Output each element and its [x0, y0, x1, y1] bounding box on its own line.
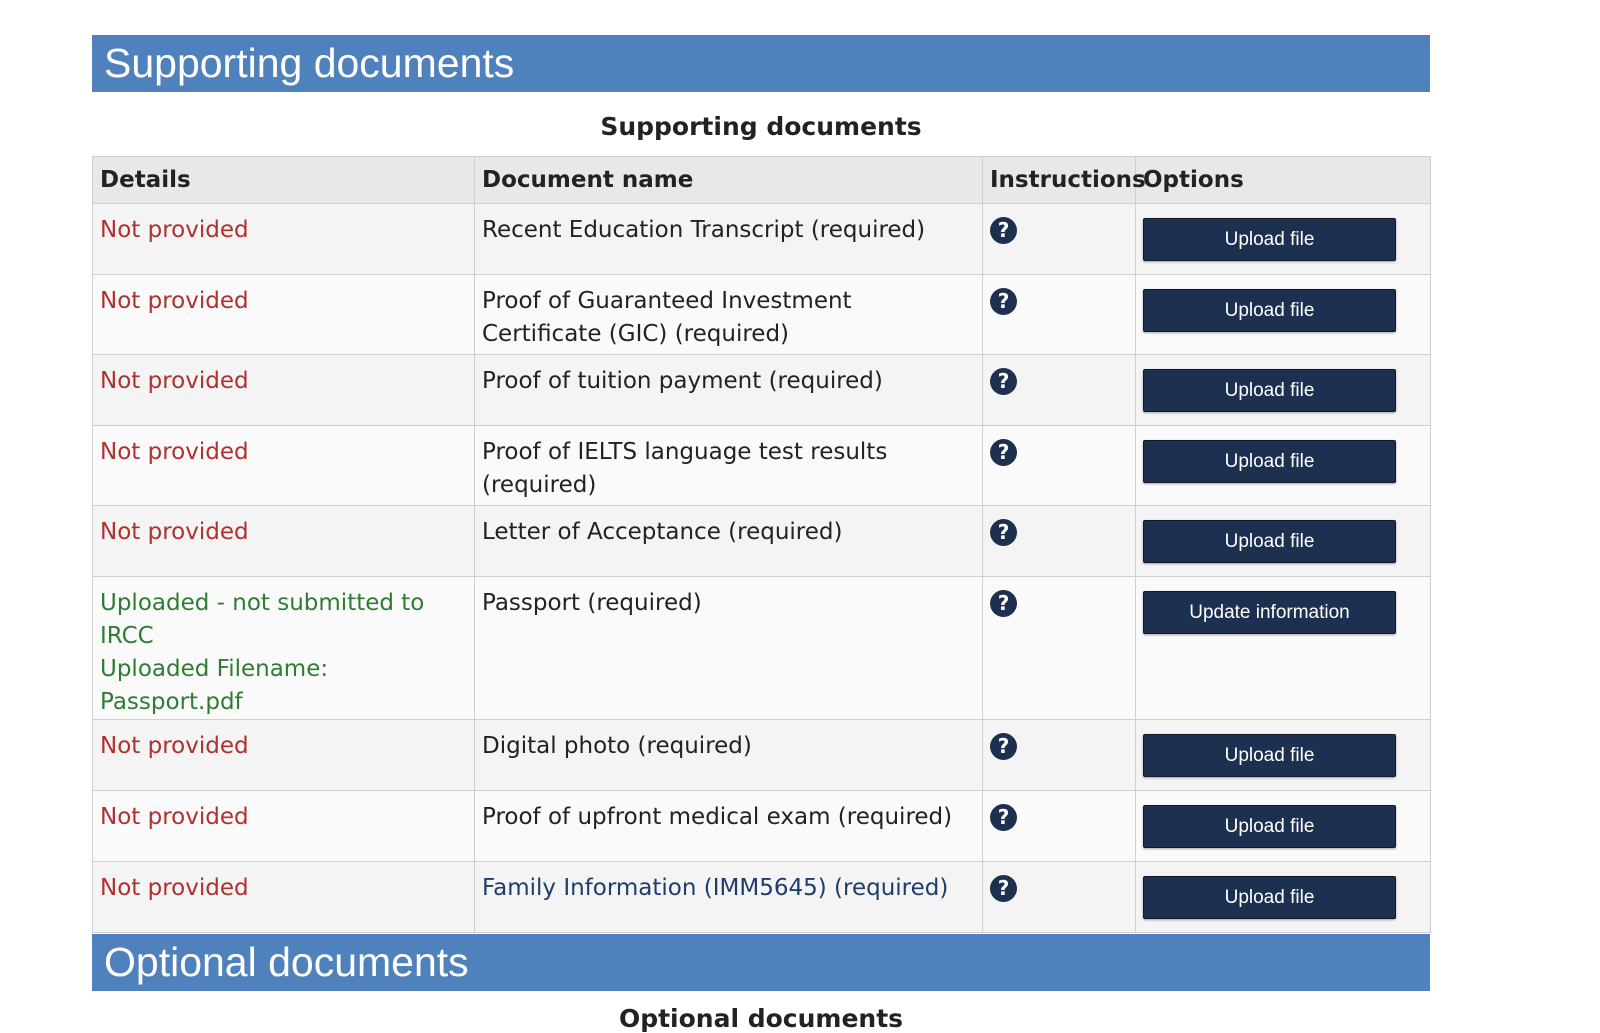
- document-name: Proof of upfront medical exam (required): [482, 804, 953, 830]
- instructions-cell: ?: [982, 861, 1136, 933]
- column-header-instructions: Instructions: [982, 156, 1146, 204]
- instructions-cell: ?: [982, 719, 1136, 791]
- options-cell: Upload file: [1135, 790, 1431, 862]
- document-name: Recent Education Transcript (required): [482, 217, 926, 243]
- status-text: Uploaded - not submitted to IRCC: [100, 590, 425, 649]
- question-icon[interactable]: ?: [990, 217, 1017, 244]
- details-cell: Not provided: [92, 203, 475, 275]
- document-name-cell: Proof of IELTS language test results (re…: [474, 425, 983, 506]
- column-header-details: Details: [92, 156, 475, 204]
- options-cell: Upload file: [1135, 505, 1431, 577]
- table-row: Not provided Proof of upfront medical ex…: [92, 790, 1431, 862]
- table-header-row: Details Document name Instructions Optio…: [92, 156, 1431, 204]
- question-icon[interactable]: ?: [990, 875, 1017, 902]
- instructions-cell: ?: [982, 274, 1136, 355]
- document-name: Letter of Acceptance (required): [482, 519, 843, 545]
- question-icon[interactable]: ?: [990, 590, 1017, 617]
- optional-documents-banner: Optional documents: [92, 934, 1430, 991]
- details-cell: Uploaded - not submitted to IRCC Uploade…: [92, 576, 475, 720]
- update-information-button[interactable]: Update information: [1143, 591, 1396, 634]
- document-name: Proof of Guaranteed Investment Certifica…: [482, 288, 852, 347]
- table-row: Not provided Digital photo (required) ? …: [92, 719, 1431, 791]
- options-cell: Upload file: [1135, 354, 1431, 426]
- supporting-documents-caption: Supporting documents: [600, 112, 922, 141]
- instructions-cell: ?: [982, 203, 1136, 275]
- options-cell: Update information: [1135, 576, 1431, 720]
- details-cell: Not provided: [92, 354, 475, 426]
- options-cell: Upload file: [1135, 274, 1431, 355]
- document-name-cell: Family Information (IMM5645) (required): [474, 861, 983, 933]
- upload-file-button[interactable]: Upload file: [1143, 520, 1396, 563]
- table-row: Not provided Recent Education Transcript…: [92, 203, 1431, 275]
- status-text: Not provided: [100, 804, 249, 830]
- optional-documents-caption: Optional documents: [618, 1004, 904, 1033]
- supporting-documents-banner: Supporting documents: [92, 35, 1430, 92]
- options-cell: Upload file: [1135, 861, 1431, 933]
- status-text: Not provided: [100, 519, 249, 545]
- details-cell: Not provided: [92, 790, 475, 862]
- supporting-documents-table: Details Document name Instructions Optio…: [92, 156, 1431, 933]
- instructions-cell: ?: [982, 505, 1136, 577]
- table-row: Not provided Proof of IELTS language tes…: [92, 425, 1431, 506]
- document-name: Passport (required): [482, 590, 702, 616]
- column-header-options: Options: [1135, 156, 1431, 204]
- upload-file-button[interactable]: Upload file: [1143, 369, 1396, 412]
- document-name-cell: Passport (required): [474, 576, 983, 720]
- details-cell: Not provided: [92, 274, 475, 355]
- upload-file-button[interactable]: Upload file: [1143, 805, 1396, 848]
- instructions-cell: ?: [982, 790, 1136, 862]
- status-text: Not provided: [100, 439, 249, 465]
- document-name-cell: Letter of Acceptance (required): [474, 505, 983, 577]
- status-text: Not provided: [100, 875, 249, 901]
- status-text: Not provided: [100, 217, 249, 243]
- document-name-cell: Proof of upfront medical exam (required): [474, 790, 983, 862]
- document-name-cell: Recent Education Transcript (required): [474, 203, 983, 275]
- instructions-cell: ?: [982, 576, 1136, 720]
- status-text: Not provided: [100, 368, 249, 394]
- question-icon[interactable]: ?: [990, 804, 1017, 831]
- upload-file-button[interactable]: Upload file: [1143, 440, 1396, 483]
- column-header-document-name: Document name: [474, 156, 983, 204]
- details-cell: Not provided: [92, 719, 475, 791]
- table-row: Not provided Letter of Acceptance (requi…: [92, 505, 1431, 577]
- document-name-cell: Proof of tuition payment (required): [474, 354, 983, 426]
- status-text: Not provided: [100, 733, 249, 759]
- upload-file-button[interactable]: Upload file: [1143, 876, 1396, 919]
- upload-file-button[interactable]: Upload file: [1143, 218, 1396, 261]
- details-cell: Not provided: [92, 861, 475, 933]
- table-row: Not provided Proof of Guaranteed Investm…: [92, 274, 1431, 355]
- status-text: Not provided: [100, 288, 249, 314]
- details-cell: Not provided: [92, 505, 475, 577]
- options-cell: Upload file: [1135, 203, 1431, 275]
- question-icon[interactable]: ?: [990, 519, 1017, 546]
- upload-file-button[interactable]: Upload file: [1143, 289, 1396, 332]
- question-icon[interactable]: ?: [990, 439, 1017, 466]
- options-cell: Upload file: [1135, 719, 1431, 791]
- document-name: Proof of IELTS language test results (re…: [482, 439, 888, 498]
- document-name: Digital photo (required): [482, 733, 752, 759]
- table-row: Uploaded - not submitted to IRCC Uploade…: [92, 576, 1431, 720]
- upload-file-button[interactable]: Upload file: [1143, 734, 1396, 777]
- family-information-link[interactable]: Family Information (IMM5645) (required): [482, 875, 948, 901]
- details-cell: Not provided: [92, 425, 475, 506]
- instructions-cell: ?: [982, 425, 1136, 506]
- question-icon[interactable]: ?: [990, 368, 1017, 395]
- table-row: Not provided Family Information (IMM5645…: [92, 861, 1431, 933]
- document-name-cell: Proof of Guaranteed Investment Certifica…: [474, 274, 983, 355]
- question-icon[interactable]: ?: [990, 288, 1017, 315]
- table-row: Not provided Proof of tuition payment (r…: [92, 354, 1431, 426]
- instructions-cell: ?: [982, 354, 1136, 426]
- question-icon[interactable]: ?: [990, 733, 1017, 760]
- document-name-cell: Digital photo (required): [474, 719, 983, 791]
- document-name: Proof of tuition payment (required): [482, 368, 883, 394]
- options-cell: Upload file: [1135, 425, 1431, 506]
- uploaded-filename: Uploaded Filename: Passport.pdf: [100, 656, 329, 715]
